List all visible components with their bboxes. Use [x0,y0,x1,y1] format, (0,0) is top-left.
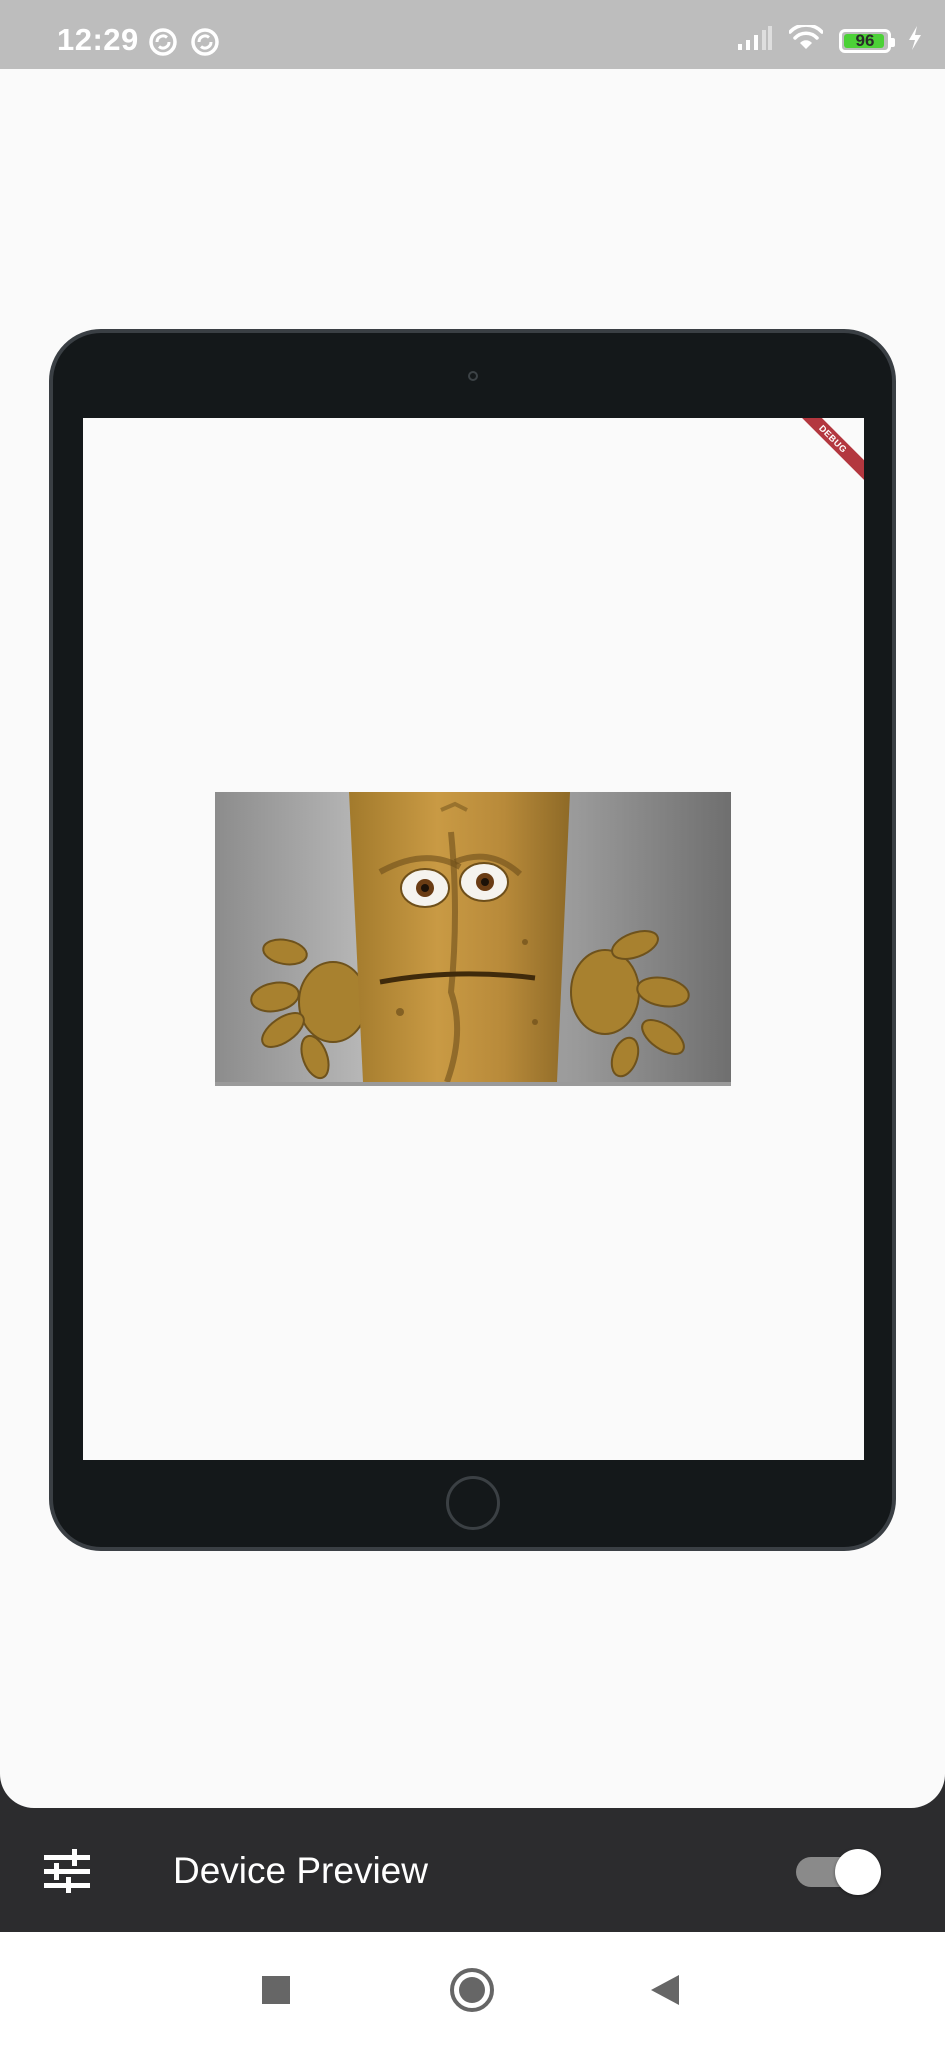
battery-icon: 96 [839,28,895,53]
signal-icon [737,25,773,56]
battery-level: 96 [855,30,875,50]
sync-icon [148,27,178,62]
wifi-icon [788,23,824,56]
device-preview-title: Device Preview [173,1850,428,1891]
tablet-device-frame: DEBUG [49,329,896,1551]
recents-icon[interactable] [248,1962,304,2018]
debug-banner: DEBUG [782,418,864,490]
camera-icon [467,371,478,381]
charging-icon [907,25,923,56]
status-time: 12:29 [57,22,139,57]
system-navigation-bar [0,1932,945,2048]
character-image [215,792,731,1086]
status-system-icons: 96 [737,23,923,56]
toggle-knob [835,1849,881,1895]
status-bar: 12:29 96 [0,0,945,69]
device-preview-toggle[interactable] [796,1849,882,1895]
bottom-toolbar: Device Preview [0,1808,945,1932]
home-icon[interactable] [444,1962,500,2018]
sync-icon [190,27,220,62]
device-screen: DEBUG [83,418,864,1460]
bread-character-illustration [250,792,690,1082]
back-icon[interactable] [637,1962,693,2018]
tablet-home-button [445,1476,500,1530]
app-area: DEBUG [0,69,945,1808]
tune-icon[interactable] [44,1849,90,1898]
status-notification-icons [148,27,220,62]
